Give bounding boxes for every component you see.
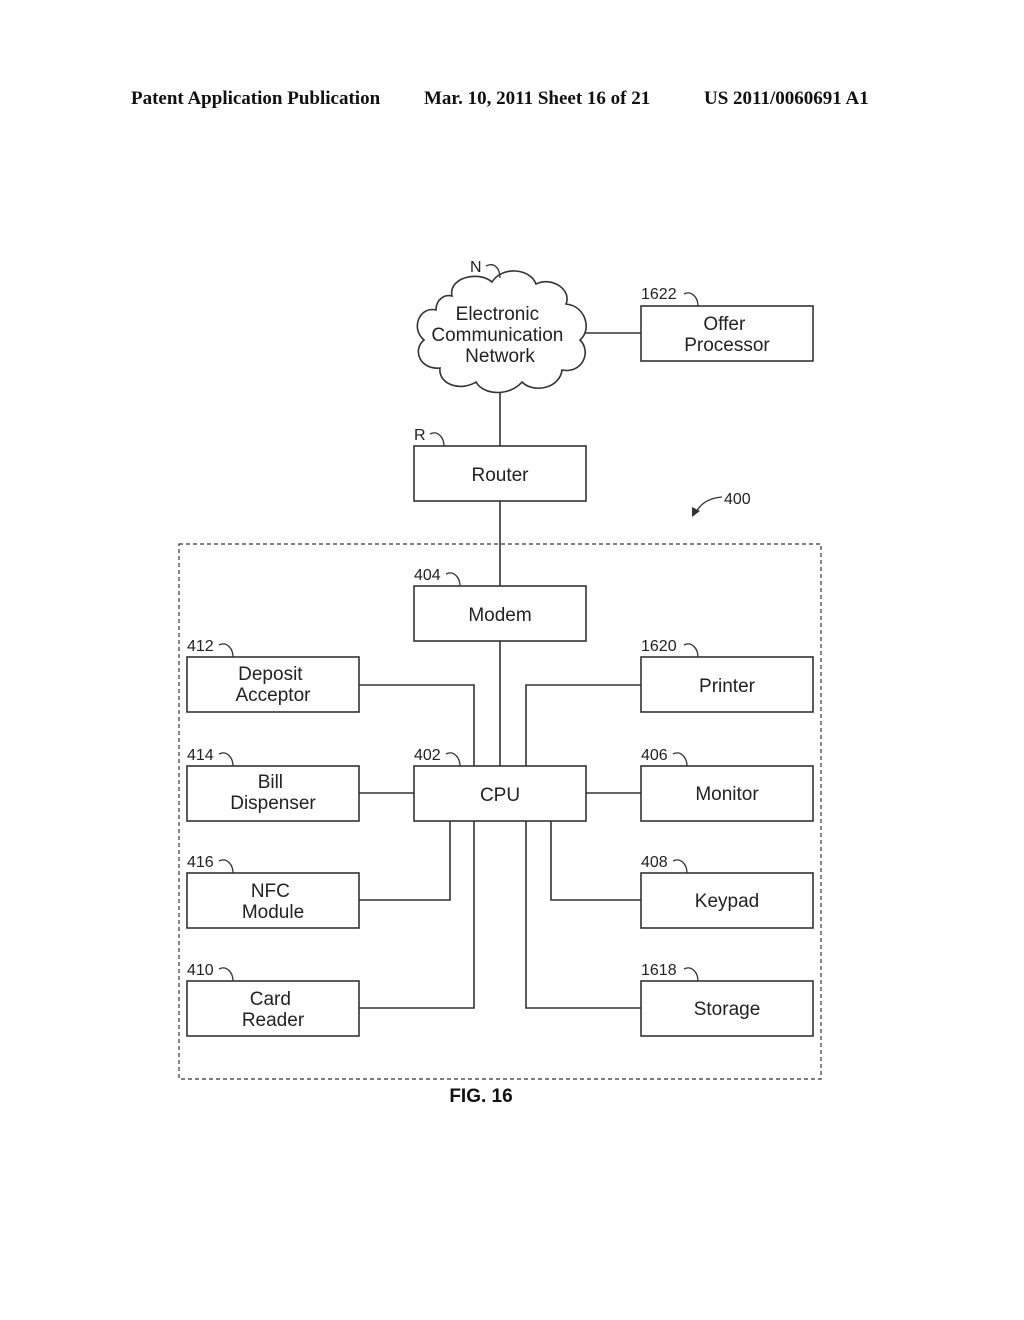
ref-modem: 404: [414, 567, 441, 584]
nfc-module-line-2: Module: [242, 902, 304, 923]
ref-cpu: 402: [414, 747, 441, 764]
card-reader-label: Card Reader: [242, 989, 305, 1031]
leader-nfc: [218, 859, 234, 874]
leader-router: [429, 432, 445, 447]
card-reader-line-1: Card: [250, 989, 291, 1010]
leader-storage: [683, 967, 699, 982]
leader-offer-processor: [683, 292, 699, 307]
printer-label: Printer: [699, 676, 756, 697]
offer-processor-line-2: Processor: [684, 335, 770, 356]
ref-bill-dispenser: 414: [187, 747, 214, 764]
modem-label: Modem: [468, 605, 531, 626]
deposit-acceptor-line-1: Deposit: [238, 664, 303, 685]
ref-card-reader: 410: [187, 962, 214, 979]
connectors: [359, 332, 641, 1009]
keypad-label: Keypad: [695, 891, 759, 912]
storage-label: Storage: [694, 999, 761, 1020]
ref-printer: 1620: [641, 638, 677, 655]
ref-system: 400: [724, 491, 751, 508]
network-label-line-3: Network: [465, 346, 535, 367]
bill-dispenser-line-1: Bill: [258, 772, 283, 793]
ref-monitor: 406: [641, 747, 668, 764]
ref-storage: 1618: [641, 962, 677, 979]
deposit-acceptor-label: Deposit Acceptor: [236, 664, 312, 706]
leader-cpu: [445, 752, 461, 767]
ref-network: N: [470, 259, 482, 276]
cpu-label: CPU: [480, 785, 520, 806]
ref-router: R: [414, 427, 426, 444]
leader-card-reader: [218, 967, 234, 982]
leader-bill: [218, 752, 234, 767]
deposit-acceptor-line-2: Acceptor: [236, 685, 312, 706]
connector-nfc-cpu: [359, 821, 451, 901]
leader-keypad: [672, 859, 688, 874]
leader-modem: [445, 572, 461, 587]
connector-keypad-cpu: [550, 821, 641, 901]
monitor-label: Monitor: [695, 784, 759, 805]
ref-deposit-acceptor: 412: [187, 638, 214, 655]
connector-storage-cpu: [525, 821, 641, 1009]
ref-nfc-module: 416: [187, 854, 214, 871]
card-reader-line-2: Reader: [242, 1010, 305, 1031]
nfc-module-label: NFC Module: [242, 881, 304, 923]
connector-printer-cpu: [525, 684, 641, 766]
network-label-line-2: Communication: [431, 325, 563, 346]
block-diagram: Electronic Communication Network Offer P…: [178, 259, 822, 1107]
leader-monitor: [672, 752, 688, 767]
bill-dispenser-line-2: Dispenser: [230, 793, 316, 814]
router-label: Router: [471, 465, 529, 486]
connector-card-reader-cpu: [359, 821, 475, 1009]
leader-deposit: [218, 643, 234, 658]
network-label-line-1: Electronic: [456, 304, 539, 325]
leader-printer: [683, 643, 699, 658]
ref-keypad: 408: [641, 854, 668, 871]
figure-label: FIG. 16: [449, 1086, 512, 1107]
nfc-module-line-1: NFC: [251, 881, 290, 902]
ref-offer-processor: 1622: [641, 286, 677, 303]
offer-processor-line-1: Offer: [703, 314, 746, 335]
